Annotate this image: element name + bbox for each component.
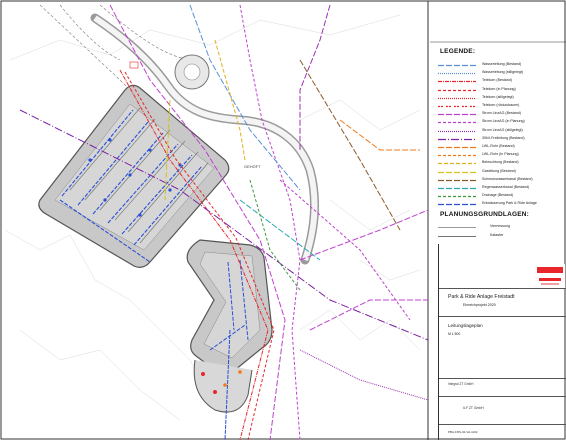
legend-item-label: LWL-Rohr (In Planung) — [482, 152, 519, 157]
legend-item-label: Telekom (Bestand) — [482, 78, 512, 83]
building-label: GEHÖFT — [244, 164, 261, 169]
plan-sheet: GEHÖFT LEGENDE: Wasserleitung (Bestand) W… — [0, 0, 566, 440]
legend-item: Telekom (Bestand) — [438, 78, 564, 86]
legend-swatch-icon — [438, 130, 476, 132]
legend-item: Telekom (rückzubauen) — [438, 103, 564, 111]
legend-swatch-icon — [438, 105, 476, 108]
legend-swatch-icon — [438, 204, 476, 206]
legend-item: Schmutzwasserkanal (Bestand) — [438, 177, 564, 185]
legend-swatch-icon — [438, 155, 476, 157]
legend-item-label: Strom LinzAG (stillgelegt) — [482, 127, 523, 132]
legend-item: Gasleitung (Bestand) — [438, 169, 564, 177]
client-logo-icon — [537, 267, 563, 285]
legend-swatch-icon — [438, 89, 476, 91]
title-block: Park & Ride Anlage Freistadt Einreichpro… — [438, 244, 566, 440]
legend-swatch-icon — [438, 171, 476, 173]
plan-number: PBA-FRS-02-VA-1102 — [448, 430, 478, 434]
legend-item-label: Strom LinzAG (in Planung) — [482, 119, 525, 124]
legend-swatch-icon — [438, 81, 476, 83]
legend-swatch-icon — [438, 138, 476, 140]
project-subtitle: Einreichprojekt 2020 — [463, 303, 496, 307]
planning-swatch-icon — [438, 236, 476, 237]
planning-item-label: Kataster — [490, 233, 504, 237]
plan-scale: M 1:500 — [448, 332, 461, 336]
planning-swatch-icon — [438, 227, 476, 228]
legend-item-label: 30kV-Freileitung (Bestand) — [482, 135, 525, 140]
legend-item: Wasserleitung (Bestand) — [438, 62, 564, 70]
legend-item: LWL-Rohr (Bestand) — [438, 144, 564, 152]
planning-heading: PLANUNGSGRUNDLAGEN: — [440, 211, 530, 218]
legend-item: Strom LinzAG (Bestand) — [438, 111, 564, 119]
legend-item: Entwässerung Park & Ride Anlage — [438, 201, 564, 209]
legend-item: Strom LinzAG (stillgelegt) — [438, 128, 564, 136]
project-title: Park & Ride Anlage Freistadt — [448, 294, 515, 300]
legend-item-label: Entwässerung Park & Ride Anlage — [482, 201, 537, 206]
legend-swatch-icon — [438, 163, 476, 165]
legend-heading: LEGENDE: — [440, 48, 476, 55]
legend-item: Telekom (in Planung) — [438, 87, 564, 95]
legend-item-label: Wasserleitung (stillgelegt) — [482, 70, 524, 75]
legend-item: Drainage (Bestand) — [438, 193, 564, 201]
planning-item-label: Vermessung — [490, 224, 510, 228]
legend-item-label: Telekom (rückzubauen) — [482, 103, 520, 107]
legend-item-label: Telekom (stillgelegt) — [482, 94, 514, 99]
legend-item-label: Telekom (in Planung) — [482, 86, 516, 91]
legend-swatch-icon — [438, 196, 476, 198]
legend-swatch-icon — [438, 97, 476, 99]
planning-item: Kataster — [438, 233, 564, 241]
legend-item: Beleuchtung (Bestand) — [438, 160, 564, 168]
legend-swatch-icon — [438, 187, 476, 190]
legend-item: Telekom (stillgelegt) — [438, 95, 564, 103]
legend-panel: LEGENDE: Wasserleitung (Bestand) Wasserle… — [432, 44, 564, 244]
legend-item-label: Regenwasserkanal (Bestand) — [482, 185, 530, 189]
legend-swatch-icon — [438, 146, 476, 149]
legend-swatch-icon — [438, 73, 476, 75]
plan-title: Leitungslageplan — [448, 323, 483, 328]
bus-loop — [193, 359, 253, 413]
legend-swatch-icon — [438, 122, 476, 124]
legend-item-label: LWL-Rohr (Bestand) — [482, 144, 515, 148]
legend-item: 30kV-Freileitung (Bestand) — [438, 136, 564, 144]
legend-item-label: Gasleitung (Bestand) — [482, 168, 516, 173]
legend-item: Wasserleitung (stillgelegt) — [438, 70, 564, 78]
legend-item-label: Wasserleitung (Bestand) — [482, 62, 522, 66]
legend-item: Strom LinzAG (in Planung) — [438, 119, 564, 127]
firm-2: ILF ZT GmbH — [463, 406, 484, 410]
legend-item-label: Strom LinzAG (Bestand) — [482, 111, 521, 116]
legend-swatch-icon — [438, 64, 476, 67]
legend-item: LWL-Rohr (In Planung) — [438, 152, 564, 160]
legend-swatch-icon — [438, 179, 476, 181]
legend-item: Regenwasserkanal (Bestand) — [438, 185, 564, 193]
client-logo — [535, 264, 565, 288]
legend-item-label: Drainage (Bestand) — [482, 193, 514, 198]
legend-item-label: Beleuchtung (Bestand) — [482, 160, 519, 165]
legend-item-label: Schmutzwasserkanal (Bestand) — [482, 176, 533, 181]
firm-1: Integral ZT GmbH — [448, 382, 474, 386]
legend-swatch-icon — [438, 114, 476, 116]
planning-item: Vermessung — [438, 224, 564, 232]
